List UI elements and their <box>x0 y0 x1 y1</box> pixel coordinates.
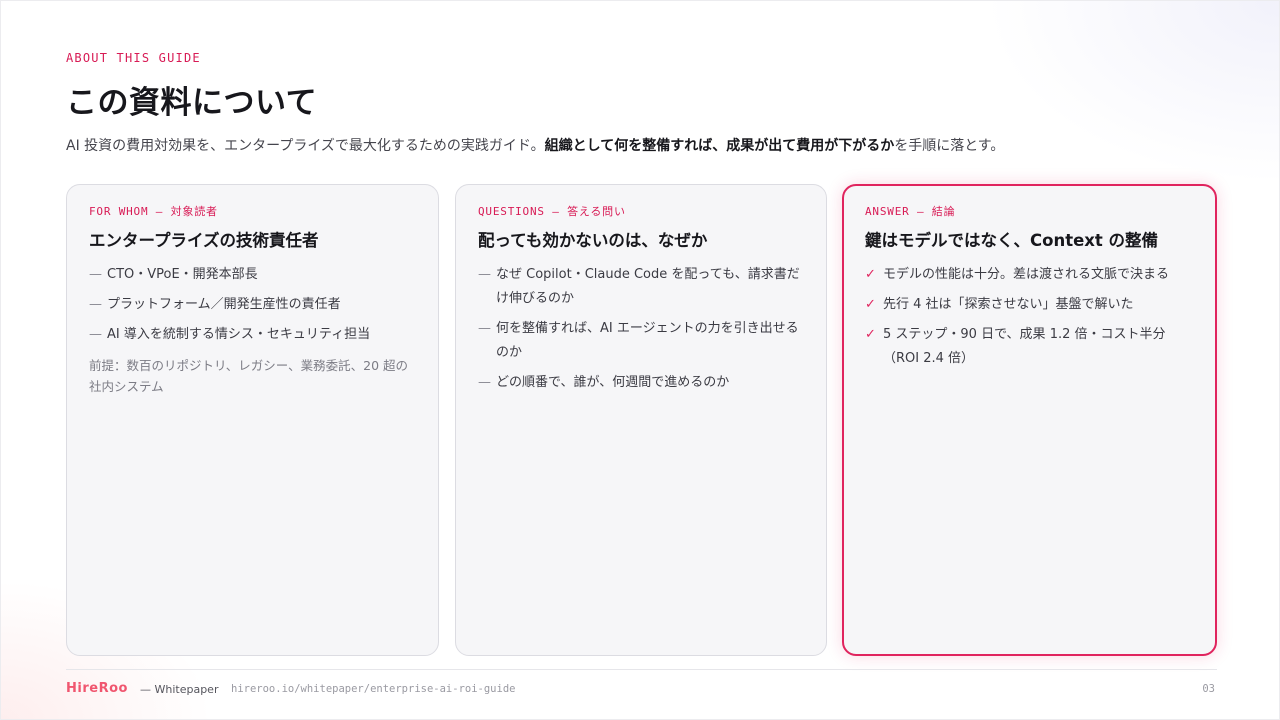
section-eyebrow: ABOUT THIS GUIDE <box>66 51 201 65</box>
card-tag: ANSWER — 結論 <box>865 205 956 218</box>
card-for-whom: FOR WHOM — 対象読者 エンタープライズの技術責任者 — CTO・VPoE… <box>66 184 439 656</box>
list-item: ✓ 5 ステップ・90 日で、成果 1.2 倍・コスト半分（ROI 2.4 倍） <box>865 323 1194 371</box>
dash-mark: — <box>478 267 491 282</box>
list-item: ✓ 先行 4 社は「探索させない」基盤で解いた <box>865 293 1194 317</box>
check-icon: ✓ <box>865 327 876 342</box>
card-tag: FOR WHOM — 対象読者 <box>89 205 218 218</box>
brand-logo: HireRoo <box>66 681 128 696</box>
check-icon: ✓ <box>865 297 876 312</box>
dash-mark: — <box>89 297 102 312</box>
footer-url: hireroo.io/whitepaper/enterprise-ai-roi-… <box>231 683 516 695</box>
dash-mark: — <box>478 375 491 390</box>
card-item-list: ✓ モデルの性能は十分。差は渡される文脈で決まる ✓ 先行 4 社は「探索させない」… <box>865 263 1194 371</box>
check-icon: ✓ <box>865 267 876 282</box>
list-item-text: モデルの性能は十分。差は渡される文脈で決まる <box>883 267 1170 282</box>
list-item: — CTO・VPoE・開発本部長 <box>89 263 416 287</box>
list-item: — どの順番で、誰が、何週間で進めるのか <box>478 371 804 395</box>
lead-suffix: を手順に落とす。 <box>894 138 1005 154</box>
list-item-text: 5 ステップ・90 日で、成果 1.2 倍・コスト半分（ROI 2.4 倍） <box>883 327 1166 366</box>
card-answer: ANSWER — 結論 鍵はモデルではなく、Context の整備 ✓ モデルの性… <box>842 184 1217 656</box>
dash-mark: — <box>478 321 491 336</box>
list-item-text: CTO・VPoE・開発本部長 <box>107 267 258 282</box>
list-item: — 何を整備すれば、AI エージェントの力を引き出せるのか <box>478 317 804 365</box>
list-item-text: なぜ Copilot・Claude Code を配っても、請求書だけ伸びるのか <box>496 267 800 306</box>
slide-page: ABOUT THIS GUIDE この資料について AI 投資の費用対効果を、エ… <box>0 0 1280 720</box>
list-item-text: AI 導入を統制する情シス・セキュリティ担当 <box>107 327 371 342</box>
footer-divider <box>66 669 1217 670</box>
list-item: — AI 導入を統制する情シス・セキュリティ担当 <box>89 323 416 347</box>
card-item-list: — CTO・VPoE・開発本部長 — プラットフォーム／開発生産性の責任者 — AI … <box>89 263 416 347</box>
card-questions: QUESTIONS — 答える問い 配っても効かないのは、なぜか — なぜ Cop… <box>455 184 827 656</box>
card-item-list: — なぜ Copilot・Claude Code を配っても、請求書だけ伸びるのか… <box>478 263 804 395</box>
page-number: 03 <box>1202 683 1215 695</box>
lead-text: AI 投資の費用対効果を、エンタープライズで最大化するための実践ガイド。組織とし… <box>66 135 1226 155</box>
dash-mark: — <box>89 267 102 282</box>
list-item: — プラットフォーム／開発生産性の責任者 <box>89 293 416 317</box>
lead-emphasis: 組織として何を整備すれば、成果が出て費用が下がるか <box>544 138 895 154</box>
card-title: 配っても効かないのは、なぜか <box>478 231 708 250</box>
list-item: — なぜ Copilot・Claude Code を配っても、請求書だけ伸びるのか <box>478 263 804 311</box>
page-title: この資料について <box>66 85 318 121</box>
card-title: 鍵はモデルではなく、Context の整備 <box>865 231 1159 250</box>
brand-subtitle: — Whitepaper <box>140 683 219 696</box>
list-item: ✓ モデルの性能は十分。差は渡される文脈で決まる <box>865 263 1194 287</box>
dash-mark: — <box>89 327 102 342</box>
list-item-text: プラットフォーム／開発生産性の責任者 <box>107 297 341 312</box>
card-title: エンタープライズの技術責任者 <box>89 231 319 250</box>
card-tag: QUESTIONS — 答える問い <box>478 205 626 218</box>
list-item-text: 何を整備すれば、AI エージェントの力を引き出せるのか <box>496 321 799 360</box>
lead-prefix: AI 投資の費用対効果を、エンタープライズで最大化するための実践ガイド。 <box>66 138 545 154</box>
list-item-text: 先行 4 社は「探索させない」基盤で解いた <box>883 297 1134 312</box>
list-item-text: どの順番で、誰が、何週間で進めるのか <box>496 375 730 390</box>
card-note: 前提：数百のリポジトリ、レガシー、業務委託、20 超の社内システム <box>89 358 409 394</box>
